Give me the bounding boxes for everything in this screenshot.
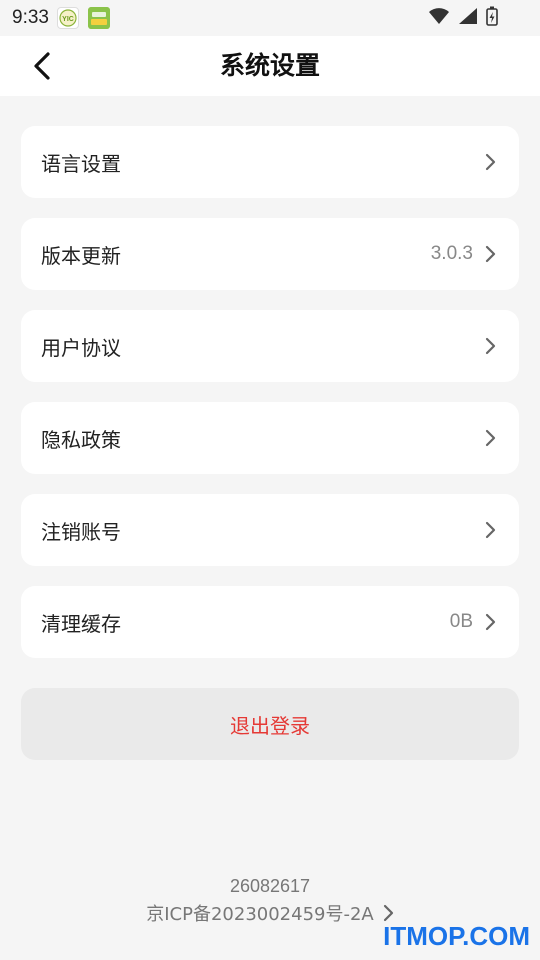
delete-account-item[interactable]: 注销账号 xyxy=(21,494,519,566)
yic-app-icon: YIC xyxy=(56,7,79,29)
menu-item-label: 用户协议 xyxy=(41,335,121,360)
chevron-right-icon xyxy=(483,613,497,631)
chevron-right-icon xyxy=(483,521,497,539)
chevron-right-icon xyxy=(483,429,497,447)
green-app-icon xyxy=(87,7,110,29)
settings-list: 语言设置 版本更新 3.0.3 用户协议 隐私政策 注销账号 清理缓存 0B xyxy=(21,126,519,678)
status-time: 9:33 xyxy=(12,7,49,28)
status-indicators xyxy=(428,6,498,30)
page-title: 系统设置 xyxy=(219,51,320,80)
chevron-right-icon xyxy=(483,153,497,171)
svg-text:YIC: YIC xyxy=(62,16,74,23)
menu-item-label: 注销账号 xyxy=(41,519,121,544)
watermark-text: ITMOP.COM xyxy=(383,921,530,951)
chevron-right-icon xyxy=(382,904,394,922)
status-bar: 9:33 YIC xyxy=(0,0,540,36)
footer-build-id: 26082617 xyxy=(229,876,311,896)
menu-item-label: 隐私政策 xyxy=(41,427,121,452)
menu-item-label: 清理缓存 xyxy=(41,611,121,636)
version-update-item[interactable]: 版本更新 3.0.3 xyxy=(21,218,519,290)
privacy-policy-item[interactable]: 隐私政策 xyxy=(21,402,519,474)
version-value: 3.0.3 xyxy=(430,243,473,264)
top-app-bar: 系统设置 xyxy=(0,36,540,96)
icp-text: 京ICP备2023002459号-2A xyxy=(146,904,374,925)
battery-icon xyxy=(486,6,498,30)
user-agreement-item[interactable]: 用户协议 xyxy=(21,310,519,382)
menu-item-label: 语言设置 xyxy=(41,151,121,176)
wifi-icon xyxy=(428,7,450,29)
logout-button[interactable]: 退出登录 xyxy=(21,688,519,760)
chevron-right-icon xyxy=(483,245,497,263)
chevron-right-icon xyxy=(483,337,497,355)
signal-icon xyxy=(458,7,478,29)
cache-size-value: 0B xyxy=(449,611,473,632)
clear-cache-item[interactable]: 清理缓存 0B xyxy=(21,586,519,658)
language-settings-item[interactable]: 语言设置 xyxy=(21,126,519,198)
menu-item-label: 版本更新 xyxy=(41,243,121,268)
